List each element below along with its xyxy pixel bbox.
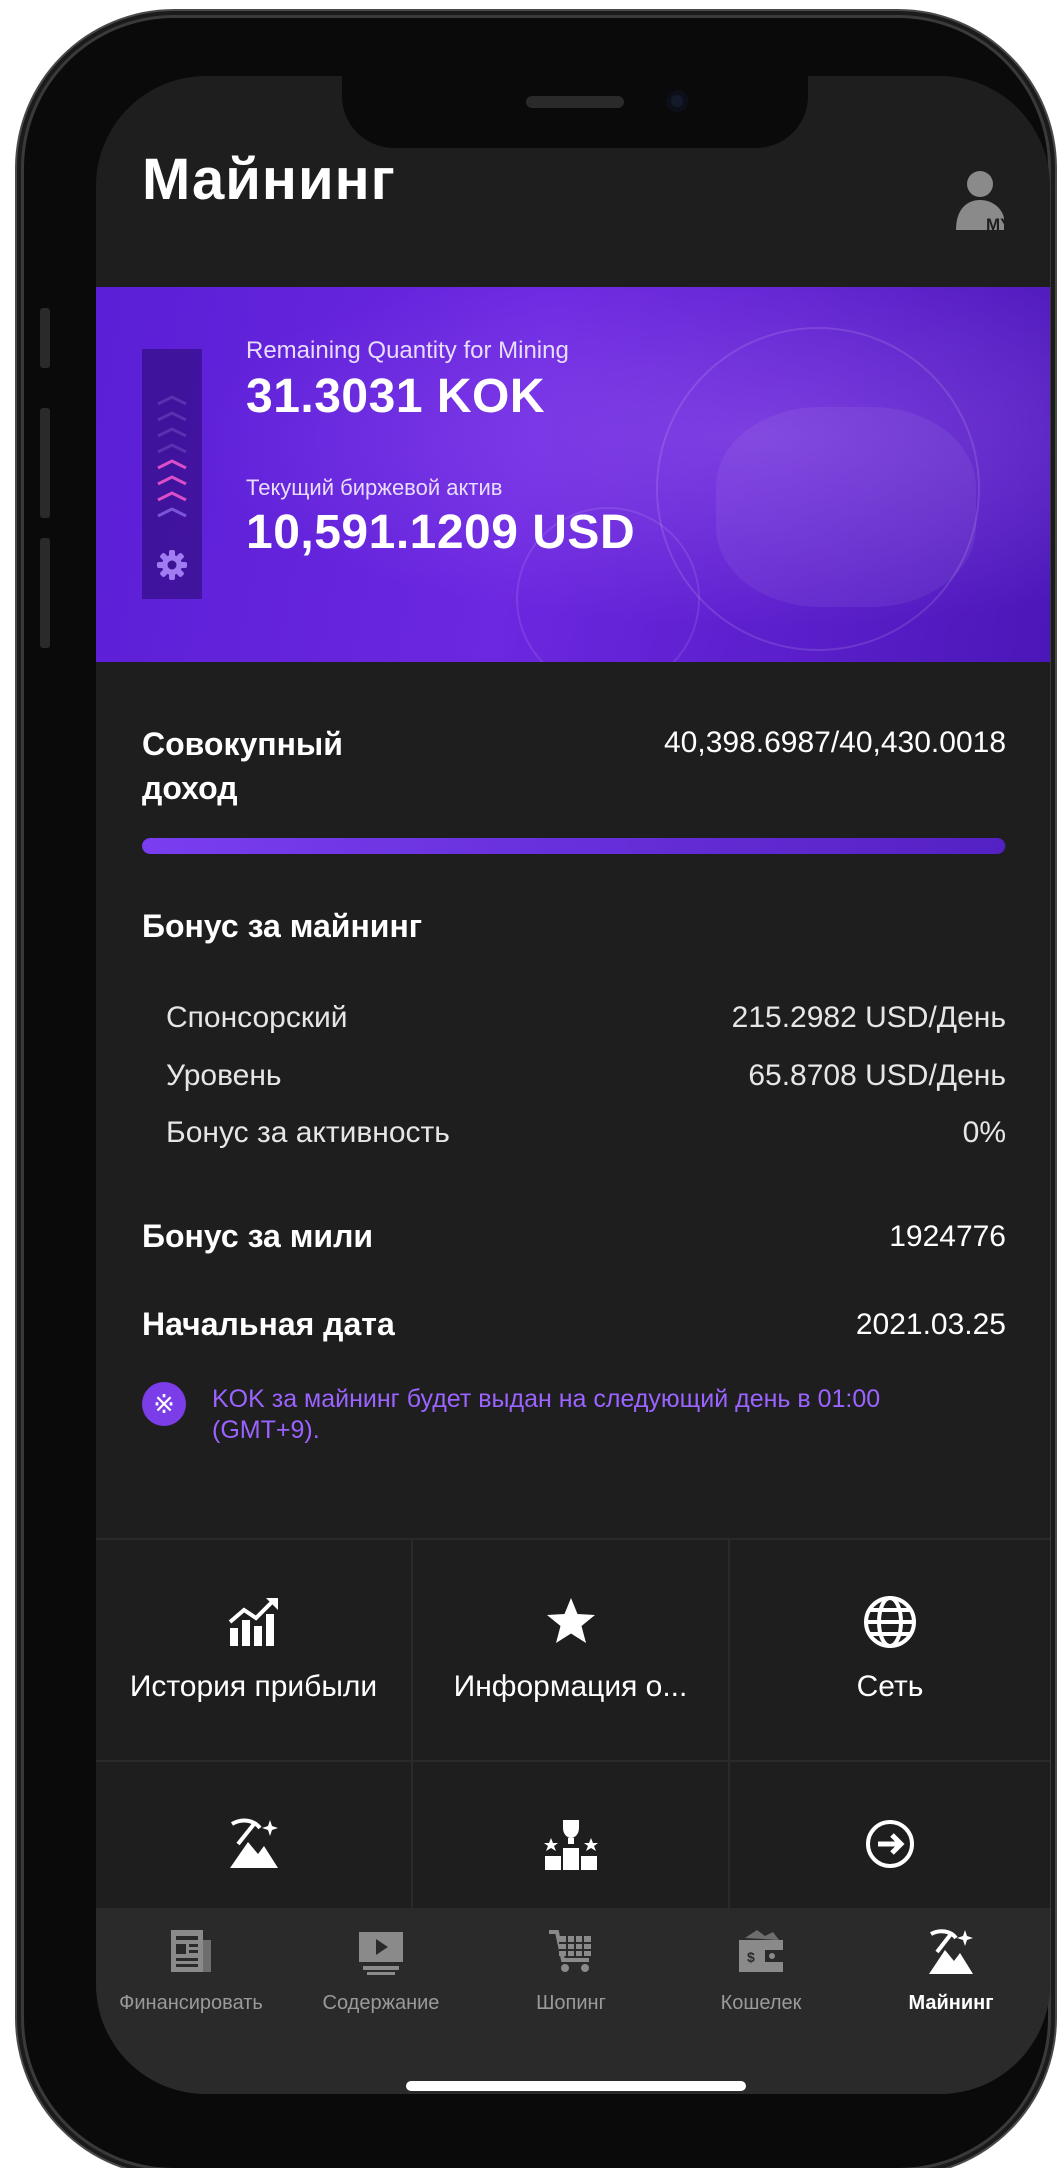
remaining-label: Remaining Quantity for Mining [246, 337, 569, 364]
bonus-level-value: 65.8708 USD/День [748, 1059, 1006, 1092]
star-icon [541, 1592, 601, 1652]
bonus-sponsor-value: 215.2982 USD/День [731, 1001, 1006, 1034]
nav-shopping[interactable]: Шопинг [476, 1908, 666, 2018]
remaining-value: 31.3031 KOK [246, 370, 546, 423]
miles-bonus-value: 1924776 [889, 1220, 1006, 1253]
menu-info-label: Информация о... [453, 1670, 688, 1703]
nav-mining-label: Майнинг [908, 1992, 994, 2014]
level-chevron-icon [156, 459, 188, 469]
volume-up-button [40, 408, 50, 518]
menu-profit-history-label: История прибыли [129, 1670, 378, 1703]
front-camera [666, 90, 688, 112]
mining-banner: Remaining Quantity for Mining 31.3031 KO… [96, 287, 1050, 662]
nav-mining[interactable]: Майнинг [856, 1908, 1046, 2018]
nav-content-label: Содержание [322, 1992, 440, 2014]
mute-switch [40, 308, 50, 368]
menu-info[interactable]: Информация о... [413, 1540, 730, 1762]
income-progress-fill [142, 838, 1006, 854]
income-label: Совокупный доход [142, 726, 343, 806]
page-title: Майнинг [142, 147, 396, 212]
wallet-icon: $ [735, 1926, 787, 1978]
bonus-level-label: Уровень [166, 1059, 282, 1092]
mining-icon [925, 1926, 977, 1978]
notice-icon: ※ [142, 1382, 186, 1426]
arrow-right-circle-icon [860, 1814, 920, 1874]
phone-frame: Майнинг MY Remaining Quantity for Mining… [24, 18, 1050, 2168]
income-value: 40,398.6987/40,430.0018 [664, 726, 1006, 759]
nav-content[interactable]: Содержание [286, 1908, 476, 2018]
asset-label: Текущий биржевой актив [246, 475, 503, 500]
trophy-podium-icon [541, 1814, 601, 1874]
volume-down-button [40, 538, 50, 648]
nav-shopping-label: Шопинг [536, 1992, 606, 2014]
globe-icon [860, 1592, 920, 1652]
notch [342, 76, 808, 148]
video-play-icon [355, 1926, 407, 1978]
miles-bonus-label: Бонус за мили [142, 1218, 374, 1254]
home-indicator[interactable] [406, 2081, 746, 2091]
start-date-label: Начальная дата [142, 1306, 395, 1342]
level-chevron-icon [156, 411, 188, 421]
start-date-value: 2021.03.25 [855, 1308, 1006, 1341]
menu-profit-history[interactable]: История прибыли [96, 1540, 413, 1762]
income-progress-bar [142, 838, 1006, 854]
nav-wallet-label: Кошелек [720, 1992, 802, 2014]
asset-value: 10,591.1209 USD [246, 506, 636, 559]
bonus-sponsor-label: Спонсорский [166, 1001, 348, 1034]
banner-decoration [716, 407, 976, 607]
nav-wallet[interactable]: $ Кошелек [666, 1908, 856, 2018]
level-chevron-icon [156, 507, 188, 517]
level-chevron-icon [156, 427, 188, 437]
svg-text:$: $ [747, 1949, 755, 1965]
bonus-activity-value: 0% [962, 1116, 1006, 1149]
profit-chart-icon [224, 1592, 284, 1652]
gear-icon[interactable] [156, 549, 188, 581]
bonus-activity-label: Бонус за активность [166, 1116, 450, 1149]
notice-text: KOK за майнинг будет выдан на следующий … [212, 1385, 881, 1444]
mining-bonus-label: Бонус за майнинг [142, 908, 423, 944]
speaker [526, 96, 624, 108]
document-icon [165, 1926, 217, 1978]
nav-finance[interactable]: Финансировать [96, 1908, 286, 2018]
level-chevron-icon [156, 475, 188, 485]
level-chevron-icon [156, 491, 188, 501]
cart-icon [545, 1926, 597, 1978]
bottom-nav: Финансировать Содержание Шопинг $ Кошеле… [96, 1908, 1050, 2094]
level-chevron-icon [156, 443, 188, 453]
menu-network[interactable]: Сеть [730, 1540, 1050, 1762]
mining-level-meter [142, 349, 202, 599]
profile-badge: MY [986, 215, 1012, 234]
app-screen: Майнинг MY Remaining Quantity for Mining… [96, 76, 1050, 2094]
profile-icon[interactable]: MY [954, 168, 1014, 234]
nav-finance-label: Финансировать [119, 1992, 263, 2014]
menu-network-label: Сеть [856, 1670, 924, 1703]
mining-pick-icon [224, 1814, 284, 1874]
level-chevron-icon [156, 395, 188, 405]
